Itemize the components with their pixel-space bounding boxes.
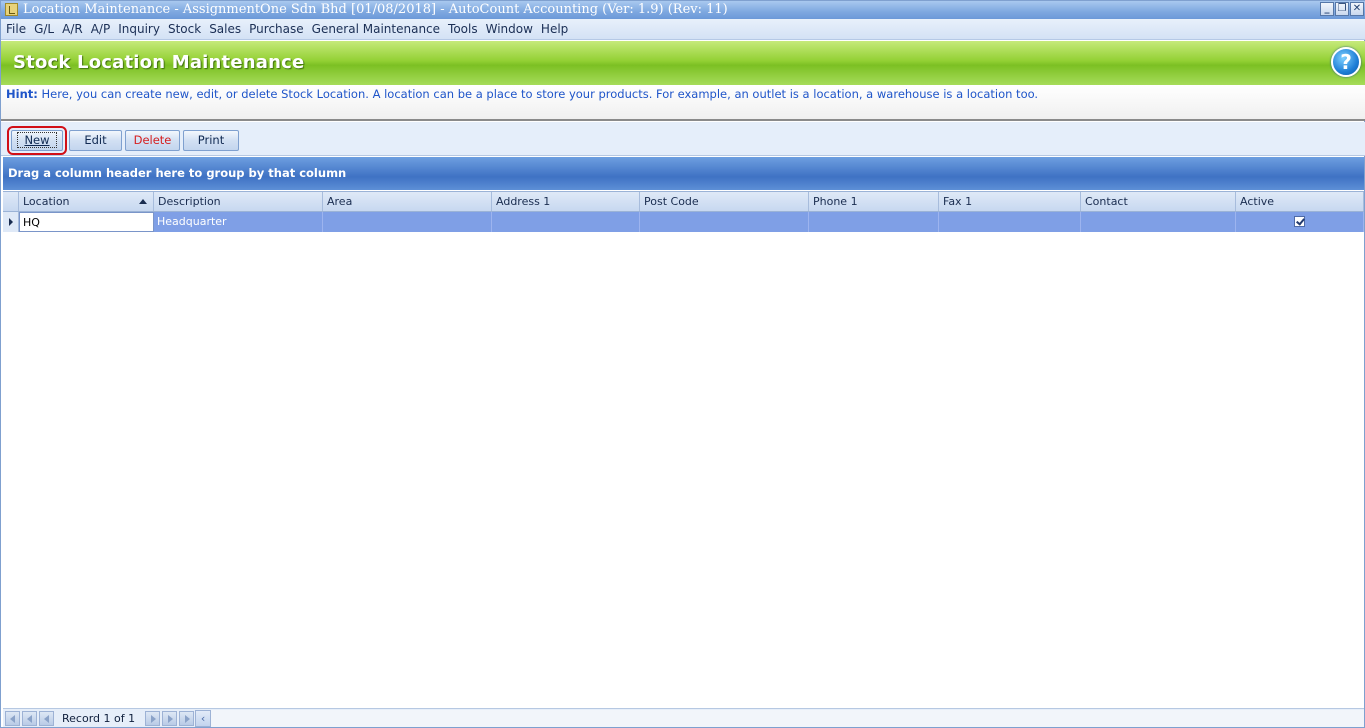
header-indicator [3,192,19,211]
next-record-button[interactable] [145,710,161,726]
menu-window[interactable]: Window [482,19,537,39]
record-count-text: Record 1 of 1 [62,711,136,725]
cell-description[interactable]: Headquarter [154,212,323,232]
cell-active[interactable] [1236,212,1364,232]
cell-contact[interactable] [1081,212,1236,232]
menu-ar[interactable]: A/R [58,19,87,39]
prev-record-button[interactable] [39,710,54,726]
delete-button[interactable]: Delete [125,130,180,151]
help-icon[interactable]: ? [1331,47,1361,77]
hint-panel: Hint: Here, you can create new, edit, or… [1,85,1365,121]
group-by-panel[interactable]: Drag a column header here to group by th… [3,157,1364,190]
title-bar: Location Maintenance - AssignmentOne Sdn… [1,1,1365,19]
horizontal-scrollbar[interactable] [211,709,1364,727]
menu-gl[interactable]: G/L [30,19,58,39]
minimize-button[interactable]: _ [1320,2,1334,16]
new-button[interactable]: New [7,126,67,155]
column-header-location[interactable]: Location [19,192,154,211]
hint-label: Hint: [6,87,38,101]
window-title: Location Maintenance - AssignmentOne Sdn… [23,2,728,17]
menu-purchase[interactable]: Purchase [245,19,308,39]
close-button[interactable]: ✕ [1350,2,1364,16]
menu-ap[interactable]: A/P [87,19,115,39]
column-header-post-code[interactable]: Post Code [640,192,809,211]
page-title: Stock Location Maintenance [13,52,305,73]
column-header-contact[interactable]: Contact [1081,192,1236,211]
new-button-label: New [17,132,57,148]
current-row-arrow-icon [9,218,13,226]
edit-button[interactable]: Edit [69,130,122,151]
menu-bar: File G/L A/R A/P Inquiry Stock Sales Pur… [1,19,1365,40]
column-header-address1[interactable]: Address 1 [492,192,640,211]
column-header-fax1[interactable]: Fax 1 [939,192,1081,211]
last-record-button[interactable] [179,710,195,726]
active-checkbox[interactable] [1294,216,1305,227]
cell-area[interactable] [323,212,492,232]
prev-page-button[interactable] [22,710,37,726]
cell-location[interactable]: HQ [19,212,154,232]
cell-post-code[interactable] [640,212,809,232]
menu-sales[interactable]: Sales [205,19,245,39]
cell-address1[interactable] [492,212,640,232]
menu-help[interactable]: Help [537,19,572,39]
column-header-phone1[interactable]: Phone 1 [809,192,939,211]
menu-file[interactable]: File [2,19,30,39]
location-grid: Location Description Area Address 1 Post… [3,191,1364,232]
app-icon [5,3,18,16]
sort-ascending-icon [139,199,147,204]
first-record-button[interactable] [5,710,20,726]
menu-stock[interactable]: Stock [164,19,205,39]
menu-inquiry[interactable]: Inquiry [114,19,164,39]
cell-phone1[interactable] [809,212,939,232]
column-header-description[interactable]: Description [154,192,323,211]
table-row[interactable]: HQ Headquarter [3,212,1364,232]
print-button[interactable]: Print [183,130,239,151]
menu-tools[interactable]: Tools [444,19,482,39]
column-header-area[interactable]: Area [323,192,492,211]
next-page-button[interactable] [162,710,178,726]
window-controls: _ ❐ ✕ [1320,2,1364,16]
main-window: Location Maintenance - AssignmentOne Sdn… [0,0,1365,728]
column-header-active[interactable]: Active [1236,192,1364,211]
cell-fax1[interactable] [939,212,1081,232]
grid-header-row: Location Description Area Address 1 Post… [3,191,1364,212]
restore-button[interactable]: ❐ [1335,2,1349,16]
record-navigator: Record 1 of 1 ‹ [3,708,1364,727]
hint-text: Here, you can create new, edit, or delet… [41,87,1039,101]
row-indicator [3,212,19,232]
menu-general-maintenance[interactable]: General Maintenance [308,19,444,39]
scroll-left-button[interactable]: ‹ [195,709,212,727]
page-banner: Stock Location Maintenance ? [1,41,1365,85]
column-header-label: Location [23,195,70,208]
toolbar: New Edit Delete Print [1,122,1365,156]
